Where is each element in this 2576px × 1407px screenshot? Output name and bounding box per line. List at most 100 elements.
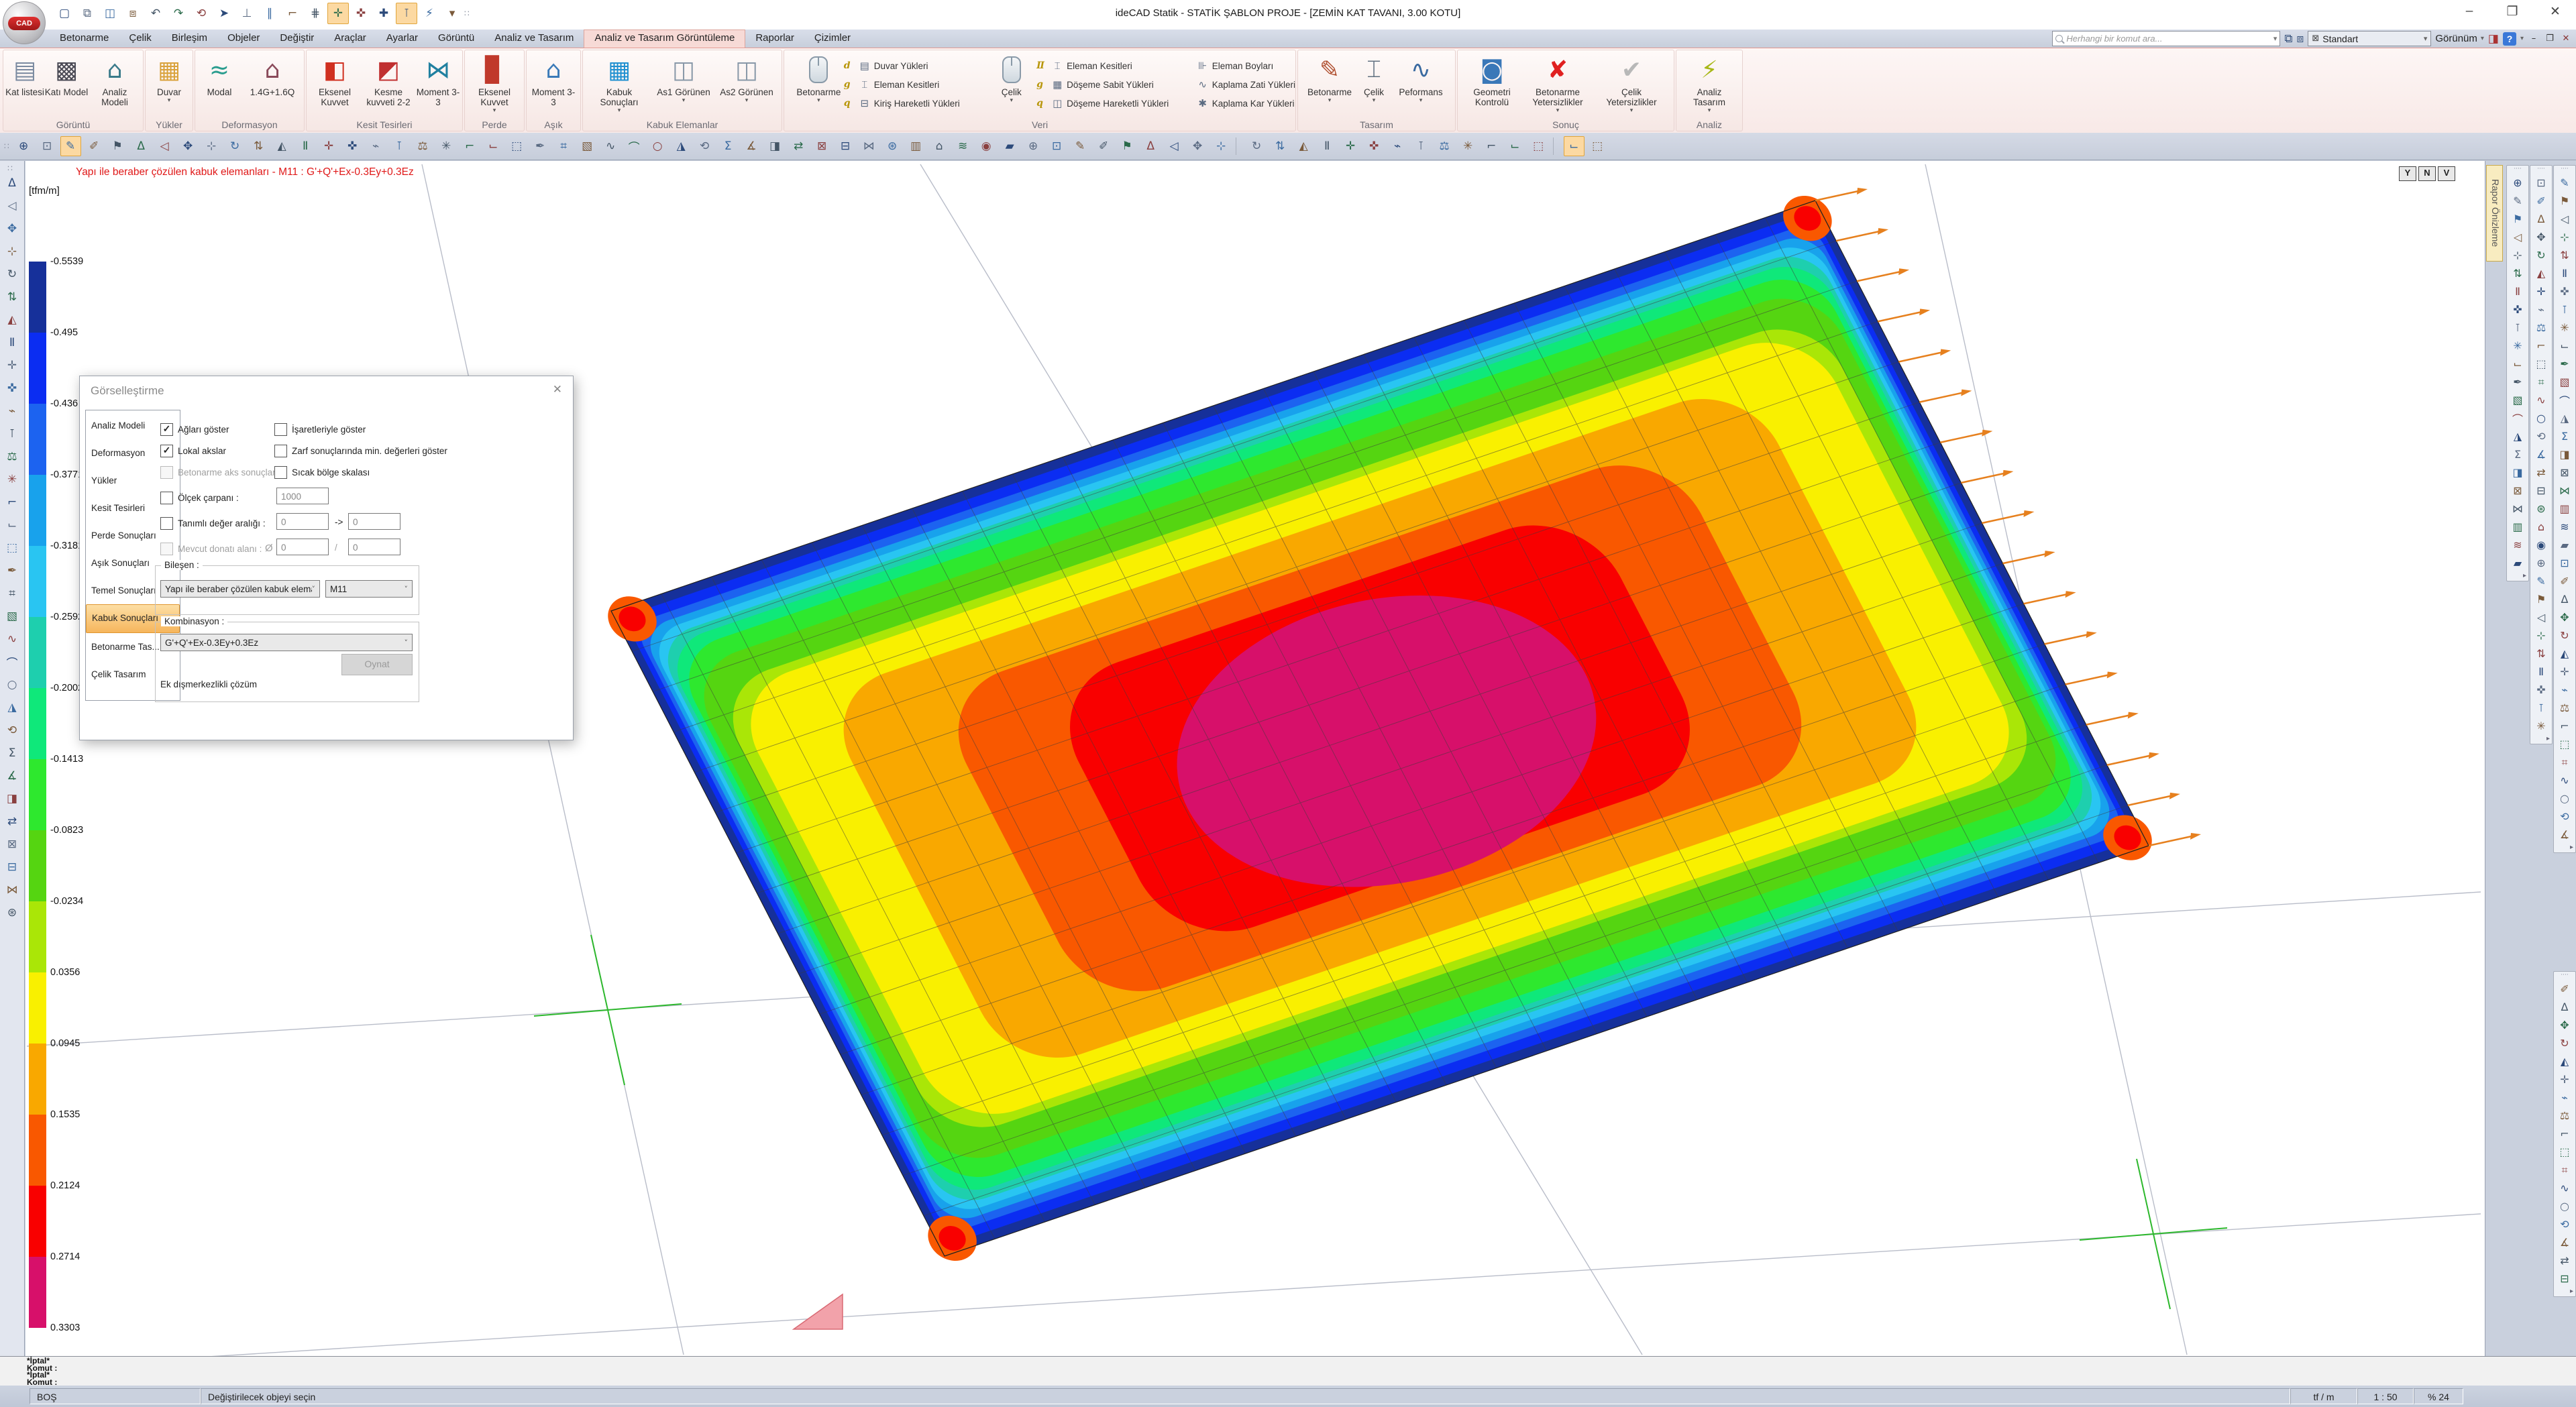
tool-icon[interactable]: ◭: [2, 310, 22, 330]
tool-icon[interactable]: ⬚: [506, 136, 527, 156]
tool-icon[interactable]: ▥: [2555, 500, 2574, 518]
tool-icon[interactable]: Δ: [2555, 590, 2574, 608]
mdi-restore-button[interactable]: ❐: [2544, 34, 2556, 44]
tool-icon[interactable]: ⊠: [2, 834, 22, 854]
ribbon-button-Analiz Tasarım[interactable]: ⚡Analiz Tasarım▾: [1682, 52, 1736, 114]
tool-icon[interactable]: ⌒: [2508, 409, 2527, 427]
tool-icon[interactable]: ⇅: [248, 136, 269, 156]
command-history[interactable]: *İptal*Komut :*İptal*Komut :: [0, 1356, 2576, 1386]
tool-icon[interactable]: ▧: [2, 606, 22, 626]
dropdown-caret-icon[interactable]: ▾: [618, 107, 621, 114]
tool-icon[interactable]: ✜: [2532, 681, 2551, 699]
tool-icon[interactable]: ✜: [2555, 282, 2574, 300]
qat-tool-icon[interactable]: ➤: [213, 3, 235, 24]
checkbox-Zarf sonuçlarında min. değerleri göster[interactable]: Zarf sonuçlarında min. değerleri göster: [274, 445, 447, 457]
tool-icon[interactable]: ⊺: [389, 136, 410, 156]
tool-icon[interactable]: ⟲: [694, 136, 715, 156]
qat-tool-icon[interactable]: ⚡: [419, 3, 440, 24]
preset-combo[interactable]: ⊠ Standart ▾: [2308, 31, 2431, 46]
tool-icon[interactable]: ◭: [1293, 136, 1314, 156]
qat-tool-icon[interactable]: ✛: [327, 3, 349, 24]
tool-icon[interactable]: Δ: [131, 136, 152, 156]
tool-icon[interactable]: ✛: [2532, 282, 2551, 300]
tool-icon[interactable]: ⇄: [2555, 1251, 2574, 1270]
mdi-minimize-button[interactable]: –: [2528, 34, 2540, 44]
tool-icon[interactable]: ≋: [2508, 536, 2527, 554]
toolbar-expand-icon[interactable]: ▸: [2570, 1288, 2573, 1296]
tool-icon[interactable]: Δ: [2532, 210, 2551, 228]
tool-icon[interactable]: ✐: [84, 136, 105, 156]
qat-tool-icon[interactable]: ▢: [54, 3, 75, 24]
ribbon-button-Betonarme[interactable]: ✎Betonarme▾: [1304, 52, 1355, 104]
tool-icon[interactable]: ↻: [2532, 246, 2551, 264]
tool-icon[interactable]: ⚑: [2532, 590, 2551, 608]
ribbon-button-Katı Model[interactable]: ▩Katı Model: [44, 52, 89, 97]
close-button[interactable]: ✕: [2545, 4, 2565, 19]
tool-icon[interactable]: ▥: [2508, 518, 2527, 536]
dropdown-caret-icon[interactable]: ▾: [168, 97, 171, 104]
ribbon-button-Betonarme Yetersizlikler[interactable]: ✘Betonarme Yetersizlikler▾: [1520, 52, 1595, 114]
tool-icon[interactable]: ✳: [2, 469, 22, 490]
tool-icon[interactable]: Ⅱ: [2555, 264, 2574, 282]
view-menu[interactable]: Görünüm▾: [2435, 33, 2484, 44]
tool-icon[interactable]: ✐: [2555, 572, 2574, 590]
tool-icon[interactable]: ≋: [953, 136, 973, 156]
tool-icon[interactable]: ⊛: [2532, 500, 2551, 518]
tool-icon[interactable]: ⚑: [2508, 210, 2527, 228]
drawing-canvas[interactable]: Yapı ile beraber çözülen kabuk elemanlar…: [25, 161, 2485, 1356]
dropdown-caret-icon[interactable]: ▾: [682, 97, 686, 104]
tool-icon[interactable]: ∡: [2555, 826, 2574, 844]
toolbar-expand-icon[interactable]: ▸: [2546, 735, 2550, 744]
tool-icon[interactable]: ▧: [2508, 391, 2527, 409]
tool-icon[interactable]: ⌁: [2555, 1088, 2574, 1107]
tool-icon[interactable]: ⇅: [2508, 264, 2527, 282]
ribbon-data-item[interactable]: ⊪Eleman Boyları: [1182, 56, 1295, 75]
canvas-filter-button-Y[interactable]: Y: [2399, 166, 2416, 181]
tool-icon[interactable]: ◭: [272, 136, 292, 156]
tool-icon[interactable]: ▥: [906, 136, 926, 156]
dropdown-caret-icon[interactable]: ▾: [493, 107, 496, 114]
toolbar-grip[interactable]: ∷: [4, 142, 9, 151]
canvas-filter-button-N[interactable]: N: [2418, 166, 2436, 181]
tool-icon[interactable]: ⋈: [2508, 500, 2527, 518]
tool-icon[interactable]: ⌙: [2508, 355, 2527, 373]
tool-icon[interactable]: ⊺: [2508, 319, 2527, 337]
toolbar-expand-icon[interactable]: ▸: [2523, 572, 2526, 581]
menu-item-6[interactable]: Araçlar: [324, 30, 376, 48]
tool-icon[interactable]: ⌒: [2555, 391, 2574, 409]
tool-icon[interactable]: ✒: [2555, 355, 2574, 373]
ribbon-data-item[interactable]: Ⅱ⌶Eleman Kesitleri: [1036, 56, 1182, 75]
layers-icon[interactable]: ⧉: [2284, 32, 2292, 46]
tool-icon[interactable]: ✥: [2555, 608, 2574, 626]
tool-icon[interactable]: ✳: [1458, 136, 1479, 156]
qat-tool-icon[interactable]: ∥: [259, 3, 280, 24]
tool-icon[interactable]: ◨: [765, 136, 786, 156]
menu-item-8[interactable]: Görüntü: [428, 30, 484, 48]
tool-icon[interactable]: ⌁: [366, 136, 386, 156]
ribbon-button-Moment 3-3[interactable]: ⌂Moment 3-3: [529, 52, 578, 107]
tool-icon[interactable]: ∡: [2532, 445, 2551, 463]
dropdown-caret-icon[interactable]: ▾: [1328, 97, 1332, 104]
tool-icon[interactable]: ◭: [2555, 1052, 2574, 1070]
tool-icon[interactable]: ✛: [319, 136, 339, 156]
tool-icon[interactable]: ◨: [2555, 445, 2574, 463]
ribbon-button-Moment 3-3[interactable]: ⋈Moment 3-3: [416, 52, 460, 107]
tool-icon[interactable]: ⊺: [2532, 699, 2551, 717]
tool-icon[interactable]: ⬚: [2555, 1143, 2574, 1161]
tool-icon[interactable]: ◮: [2555, 409, 2574, 427]
layers-alt-icon[interactable]: ⧈: [2297, 32, 2304, 46]
ribbon-data-item[interactable]: d▤Duvar Yükleri: [844, 56, 987, 75]
record-icon[interactable]: ◨: [2488, 32, 2499, 46]
tool-icon[interactable]: ◨: [2508, 463, 2527, 482]
tool-icon[interactable]: ◭: [2555, 644, 2574, 663]
tool-icon[interactable]: ⊡: [37, 136, 58, 156]
tool-icon[interactable]: ⚑: [2555, 192, 2574, 210]
tool-icon[interactable]: ⌐: [1481, 136, 1502, 156]
help-caret-icon[interactable]: ▾: [2520, 35, 2524, 42]
range-from-input[interactable]: 0: [276, 513, 329, 530]
tool-icon[interactable]: ⚖: [2, 447, 22, 467]
tool-icon[interactable]: Ⅱ: [1317, 136, 1338, 156]
tool-icon[interactable]: ✛: [2555, 1070, 2574, 1088]
tool-icon[interactable]: ∿: [2, 629, 22, 649]
tool-icon[interactable]: ⌐: [2, 492, 22, 512]
